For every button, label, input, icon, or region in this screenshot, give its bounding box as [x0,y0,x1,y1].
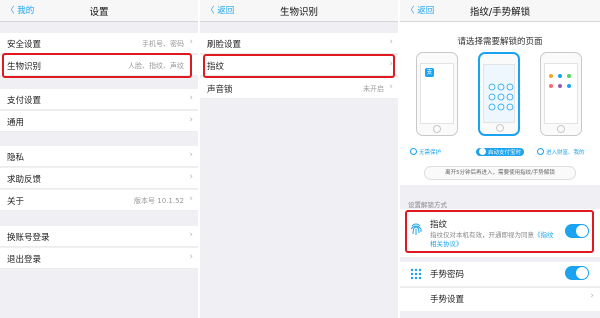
settings-item-value: 手机号、密码 [142,40,184,48]
settings-item-help[interactable]: 求助反馈 › [0,168,198,189]
option-label: 启动支付宝时 [488,150,522,156]
settings-item-security[interactable]: 安全设置 手机号、密码 › [0,33,198,54]
biometric-item-face[interactable]: 刷脸设置 › [200,33,398,54]
chevron-right-icon: › [189,150,193,160]
version-value: 版本号 10.1.52 [134,197,184,205]
page-title: 生物识别 [279,7,318,18]
navbar: 〈 返回 生物识别 [200,0,398,22]
unlock-panel: 〈 返回 指纹/手势解锁 请选择需要解锁的页面 支 无需保护 启动支付宝时 进入… [400,0,600,318]
alipay-icon: 支 [425,68,434,77]
biometric-item-voice-lock[interactable]: 声音锁 未开启 › [200,78,398,99]
phone-screen [544,63,578,124]
page-title: 设置 [89,7,109,18]
phone-screen [483,64,515,123]
app-dot-icon [558,74,562,78]
biometric-item-label: 刷脸设置 [207,40,242,50]
unlock-hint: 离开5分钟后再进入，需要使用指纹/手势解锁 [424,166,576,180]
biometric-item-label: 声音锁 [207,85,233,95]
settings-item-about[interactable]: 关于 版本号 10.1.52 › [0,190,198,211]
settings-item-general[interactable]: 通用 › [0,111,198,132]
settings-panel: 〈 我的 设置 安全设置 手机号、密码 › 生物识别 人脸、指纹、声纹 › 支付… [0,0,198,318]
toggle-knob [576,267,588,279]
chevron-right-icon: › [189,93,193,103]
phone-preview-launch[interactable] [478,52,520,136]
chevron-right-icon: › [189,230,193,240]
settings-item-label: 隐私 [7,153,25,163]
phone-preview-wealth[interactable] [540,52,582,136]
navbar: 〈 返回 指纹/手势解锁 [400,0,600,22]
gesture-settings-label: 手势设置 [430,295,465,305]
option-launch[interactable]: 启动支付宝时 [476,148,525,156]
page-title: 指纹/手势解锁 [469,7,531,18]
highlight-box [203,54,395,78]
radio-icon [537,148,544,155]
settings-item-label: 求助反馈 [7,175,42,185]
settings-item-label: 通用 [7,118,25,128]
chevron-right-icon: › [189,194,193,204]
app-dot-icon [549,74,553,78]
selection-heading: 请选择需要解锁的页面 [457,37,543,47]
gesture-grid-icon [410,268,422,280]
phone-screen: 支 [420,63,454,124]
settings-item-label: 退出登录 [7,255,42,265]
voice-lock-status: 未开启 [363,85,384,93]
settings-item-logout[interactable]: 退出登录 › [0,248,198,269]
highlight-box [2,53,192,78]
chevron-right-icon: › [189,172,193,182]
phone-preview-no-protect[interactable]: 支 [416,52,458,136]
section-title: 设置解锁方式 [408,201,447,209]
settings-item-label: 支付设置 [7,96,42,106]
home-button-icon [433,125,441,133]
app-dot-icon [558,84,562,88]
chevron-right-icon: › [189,37,193,47]
chevron-right-icon: › [189,252,193,262]
settings-item-label: 安全设置 [7,40,42,50]
lock-pattern-icon [488,83,514,111]
navbar: 〈 我的 设置 [0,0,198,22]
gesture-password-toggle[interactable] [565,266,589,280]
gesture-password-label: 手势密码 [430,270,465,280]
chevron-right-icon: › [590,291,594,301]
home-button-icon [496,124,504,132]
settings-item-label: 关于 [7,197,25,207]
option-no-protect[interactable]: 无需保护 [410,148,441,156]
chevron-right-icon: › [389,82,393,92]
settings-item-switch-account[interactable]: 换账号登录 › [0,226,198,247]
settings-item-label: 换账号登录 [7,233,50,243]
app-dot-icon [567,74,571,78]
settings-item-privacy[interactable]: 隐私 › [0,146,198,167]
option-label: 无需保护 [419,150,442,156]
app-dot-icon [567,84,571,88]
chevron-right-icon: › [189,115,193,125]
chevron-right-icon: › [389,37,393,47]
home-button-icon [557,125,565,133]
settings-item-payment[interactable]: 支付设置 › [0,89,198,110]
highlight-box [405,210,594,253]
radio-checked-icon [479,148,486,155]
option-label: 进入财富、我的 [546,150,585,156]
option-wealth[interactable]: 进入财富、我的 [537,148,585,156]
app-dot-icon [549,84,553,88]
radio-icon [410,148,417,155]
biometrics-panel: 〈 返回 生物识别 刷脸设置 › 指纹 › 声音锁 未开启 › [200,0,398,318]
